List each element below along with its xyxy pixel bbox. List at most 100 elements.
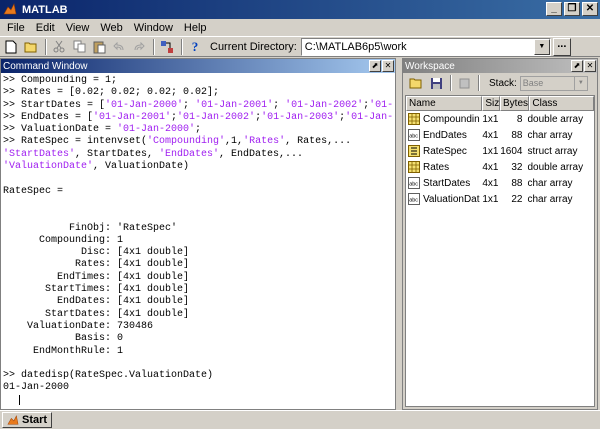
variable-class: double array (527, 113, 584, 125)
undock-icon[interactable]: ⬈ (369, 60, 381, 72)
simulink-icon[interactable] (158, 38, 176, 56)
console-line: >> ValuationDate = '01-Jan-2000'; (3, 124, 393, 136)
column-header-size[interactable]: Size (482, 96, 500, 111)
char-icon: abc (408, 177, 423, 189)
column-header-name[interactable]: Name (406, 96, 483, 111)
string-literal: 'Compounding' (147, 136, 226, 148)
minimize-button[interactable]: _ (546, 2, 562, 16)
console-text: StartTimes: [4x1 double] (3, 284, 190, 296)
command-window[interactable]: Command Window ⬈ ✕ >> Compounding = 1; >>… (0, 58, 396, 410)
open-folder-icon[interactable] (22, 38, 40, 56)
variable-name: Compounding (423, 113, 481, 125)
workspace-header: Workspace ⬈ ✕ (403, 59, 597, 73)
variable-name: ValuationDate (423, 193, 481, 205)
workspace-table-header: Name Size Bytes Class (406, 96, 594, 111)
variable-bytes: 88 (511, 177, 523, 189)
variable-name-cell[interactable]: abc StartDates (406, 177, 480, 189)
toolbar: ? Current Directory: C:\MATLAB6p5\work ▼… (0, 36, 600, 57)
delete-variable-icon[interactable] (455, 74, 473, 92)
string-literal: '01-Jan-2003 (369, 99, 393, 111)
menu-help[interactable]: Help (179, 22, 213, 34)
workspace-row[interactable]: Rates 4x1 32 double array (406, 159, 594, 175)
console-text: >> datedisp(RateSpec.ValuationDate) (3, 370, 214, 382)
console-line: Compounding: 1 (3, 235, 393, 247)
char-icon: abc (408, 129, 423, 141)
svg-text:abc: abc (409, 182, 418, 188)
variable-bytes: 1604 (500, 145, 523, 157)
variable-name-cell[interactable]: abc ValuationDate (406, 193, 480, 205)
console-line: FinObj: 'RateSpec' (3, 223, 393, 235)
toolbar-separator (181, 38, 183, 55)
workspace-title: Workspace (405, 60, 455, 72)
workspace-window: Workspace ⬈ ✕ Stack: Base ▼ Name Size By… (402, 58, 598, 410)
variable-class: char array (527, 177, 573, 189)
stack-select[interactable]: Base ▼ (519, 75, 588, 91)
console-line: ValuationDate: 730486 (3, 321, 393, 333)
undock-icon[interactable]: ⬈ (571, 60, 583, 72)
current-directory-combo[interactable]: C:\MATLAB6p5\work ▼ (300, 37, 551, 56)
console-text: Basis: 0 (3, 333, 124, 345)
menu-edit[interactable]: Edit (31, 22, 61, 34)
chevron-down-icon[interactable]: ▼ (533, 38, 550, 55)
console-text: StartDates: [4x1 double] (3, 308, 190, 320)
menu-view[interactable]: View (61, 22, 96, 34)
workspace-toolbar: Stack: Base ▼ (403, 73, 597, 93)
copy-icon[interactable] (70, 38, 88, 56)
variable-bytes: 8 (516, 113, 523, 125)
save-icon[interactable] (427, 74, 445, 92)
stack-value: Base (522, 78, 544, 88)
variable-name-cell[interactable]: Compounding (406, 113, 480, 125)
workspace-row[interactable]: RateSpec 1x1 1604 struct array (406, 143, 594, 159)
console-line: >> StartDates = ['01-Jan-2000'; '01-Jan-… (3, 100, 393, 112)
console-line: EndMonthRule: 1 (3, 346, 393, 358)
cut-icon[interactable] (50, 38, 68, 56)
console-text: FinObj: 'RateSpec' (3, 222, 178, 234)
workspace-table: Name Size Bytes Class Compounding1x18dou… (405, 95, 595, 407)
toolbar-separator (450, 75, 452, 91)
struct-icon (408, 145, 423, 157)
console-line: EndTimes: [4x1 double] (3, 272, 393, 284)
chevron-down-icon[interactable]: ▼ (573, 76, 587, 90)
console-line: >> Rates = [0.02; 0.02; 0.02; 0.02]; (3, 87, 393, 99)
string-literal: '01-Jan-2001' (93, 111, 172, 123)
window-title: MATLAB (22, 3, 68, 16)
variable-class: struct array (527, 145, 578, 157)
menu-web[interactable]: Web (95, 22, 128, 34)
console-text: ; (183, 99, 196, 111)
paste-icon[interactable] (90, 38, 108, 56)
restore-button[interactable]: ❐ (564, 2, 580, 16)
current-directory-value[interactable]: C:\MATLAB6p5\work (302, 41, 534, 53)
string-literal: 'StartDates' (3, 148, 76, 160)
close-button[interactable]: ✕ (582, 2, 598, 16)
column-header-bytes[interactable]: Bytes (500, 96, 530, 111)
menu-file[interactable]: File (2, 22, 31, 34)
variable-name-cell[interactable]: Rates (406, 161, 480, 173)
column-header-class[interactable]: Class (529, 96, 594, 111)
char-icon: abc (408, 193, 423, 205)
help-icon[interactable]: ? (186, 38, 204, 56)
browse-directory-button[interactable]: ... (552, 37, 571, 56)
toolbar-separator (478, 75, 480, 91)
variable-class: char array (527, 193, 573, 205)
start-button[interactable]: Start (2, 412, 53, 428)
menu-window[interactable]: Window (129, 22, 179, 34)
variable-name: EndDates (423, 129, 467, 141)
close-pane-icon[interactable]: ✕ (382, 60, 394, 72)
open-folder-icon[interactable] (407, 74, 425, 92)
redo-icon[interactable] (130, 38, 148, 56)
variable-name-cell[interactable]: RateSpec (406, 145, 480, 157)
workspace-row[interactable]: abc ValuationDate 1x1 22 char array (406, 191, 594, 207)
string-literal: '01-Jan-2000' (105, 99, 184, 111)
start-label: Start (22, 414, 48, 426)
new-file-icon[interactable] (2, 38, 20, 56)
workspace-row[interactable]: abc StartDates 4x1 88 char array (406, 175, 594, 191)
variable-name-cell[interactable]: abc EndDates (406, 129, 480, 141)
workspace-row[interactable]: abc EndDates 4x1 88 char array (406, 127, 594, 143)
undo-icon[interactable] (110, 38, 128, 56)
command-output[interactable]: >> Compounding = 1; >> Rates = [0.02; 0.0… (3, 75, 393, 407)
workspace-row[interactable]: Compounding 1x1 8 double array (406, 111, 594, 127)
current-directory-label: Current Directory: (210, 40, 297, 53)
console-line: 'ValuationDate', ValuationDate) (3, 161, 393, 173)
close-pane-icon[interactable]: ✕ (584, 60, 596, 72)
